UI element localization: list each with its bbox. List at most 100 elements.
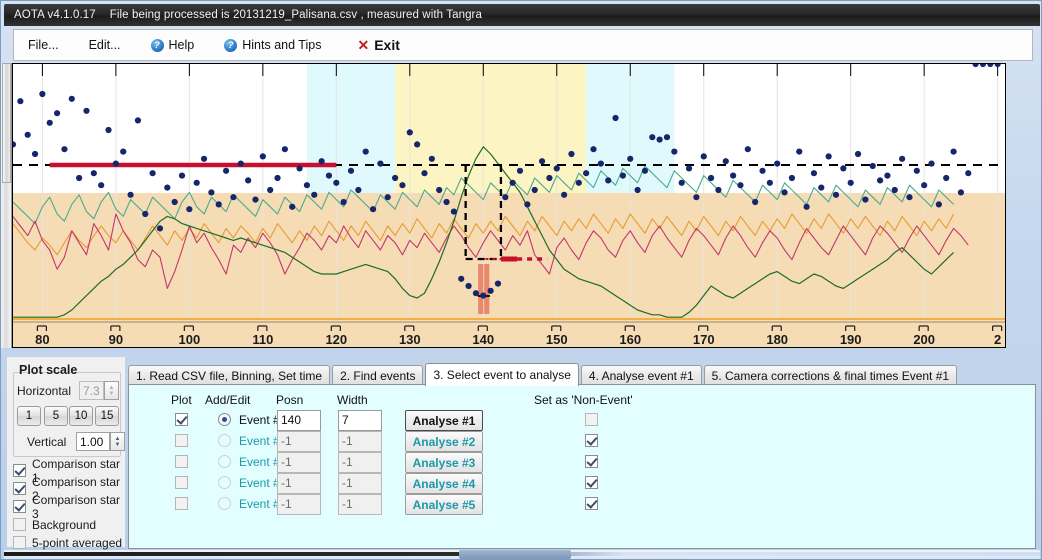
application-window: AOTA v4.1.0.17 File being processed is 2… <box>0 0 1042 560</box>
non-event-checkbox-event-4[interactable] <box>585 476 598 489</box>
analyse-button-event-4[interactable]: Analyse #4 <box>405 473 483 494</box>
menu-exit-label: Exit <box>374 37 400 53</box>
posn-input-event-4[interactable]: -1 <box>277 473 321 494</box>
workflow-tab-control: 1. Read CSV file, Binning, Set time 2. F… <box>128 363 1036 549</box>
non-event-checkbox-event-1[interactable] <box>585 413 598 426</box>
posn-input-event-1[interactable]: 140 <box>277 410 321 431</box>
tab-3-select-event[interactable]: 3. Select event to analyse <box>425 363 579 386</box>
checkbox-5-point-averaged[interactable]: 5-point averaged <box>13 534 122 551</box>
menu-exit[interactable]: ✕ Exit <box>357 37 399 54</box>
plot-scale-title: Plot scale <box>19 363 78 377</box>
menu-hints-label: Hints and Tips <box>242 38 322 52</box>
svg-text:120: 120 <box>325 332 347 347</box>
svg-text:140: 140 <box>472 332 494 347</box>
chart-frame[interactable]: 80 90 100 110 120 130 140 150 160 170 180 190 200 2 <box>12 63 1006 348</box>
hscroll-thumb[interactable] <box>459 550 571 559</box>
menu-file-label: File... <box>28 38 59 52</box>
checkbox-comparison-star-3[interactable]: Comparison star 3 <box>13 493 125 521</box>
non-event-checkbox-event-3[interactable] <box>585 455 598 468</box>
analyse-button-event-3[interactable]: Analyse #3 <box>405 452 483 473</box>
menu-help[interactable]: ? Help <box>150 38 195 52</box>
tab-4-analyse-event[interactable]: 4. Analyse event #1 <box>580 365 702 385</box>
checkbox-box <box>13 500 26 513</box>
menu-hints-and-tips[interactable]: ? Hints and Tips <box>224 38 321 52</box>
svg-text:150: 150 <box>546 332 568 347</box>
vertical-scale-input[interactable]: 1.00 <box>76 432 110 451</box>
svg-text:80: 80 <box>35 332 49 347</box>
zoom-preset-5[interactable]: 5 <box>44 406 68 426</box>
plot-checkbox-event-1[interactable] <box>175 413 188 426</box>
column-header-posn: Posn <box>276 393 304 407</box>
plot-checkbox-event-3[interactable] <box>175 455 188 468</box>
tab-1-read-csv[interactable]: 1. Read CSV file, Binning, Set time <box>128 365 331 385</box>
add-edit-radio-event-2[interactable] <box>218 434 231 447</box>
svg-text:110: 110 <box>252 332 273 347</box>
checkbox-background[interactable]: Background <box>13 516 96 533</box>
posn-input-event-3[interactable]: -1 <box>277 452 321 473</box>
vertical-scale-stepper[interactable]: ▲ ▼ <box>110 432 125 451</box>
tab-2-find-events[interactable]: 2. Find events <box>332 365 424 385</box>
tab-label: 4. Analyse event #1 <box>588 368 694 383</box>
menu-help-label: Help <box>168 38 195 52</box>
horizontal-scale-stepper[interactable]: ▲ ▼ <box>104 381 119 400</box>
plot-checkbox-event-5[interactable] <box>175 497 188 510</box>
tab-page-select-event: Plot Add/Edit Posn Width Set as 'Non-Eve… <box>128 384 1036 549</box>
menu-file[interactable]: File... <box>28 38 59 52</box>
help-question-icon: ? <box>224 38 238 52</box>
chart-vertical-scrollbar[interactable] <box>1 63 12 348</box>
controls-area: Plot scale Horizontal 7.3 ▲ ▼ 1 5 10 15 V… <box>4 351 1040 550</box>
tab-strip: 1. Read CSV file, Binning, Set time 2. F… <box>128 363 959 386</box>
add-edit-radio-event-1[interactable] <box>218 413 231 426</box>
processed-file-label: File being processed is 20131219_Palisan… <box>109 9 482 21</box>
width-input-event-5[interactable]: -1 <box>338 494 382 515</box>
width-input-event-1[interactable]: 7 <box>338 410 382 431</box>
lightcurve-plot: 80 90 100 110 120 130 140 150 160 170 180 190 200 2 <box>13 64 1005 347</box>
add-edit-radio-event-4[interactable] <box>218 476 231 489</box>
window-titlebar: AOTA v4.1.0.17 File being processed is 2… <box>4 4 1040 26</box>
analyse-button-event-5[interactable]: Analyse #5 <box>405 494 483 515</box>
lightcurve-chart-area: 80 90 100 110 120 130 140 150 160 170 180 190 200 2 <box>1 63 1037 348</box>
analyse-button-event-2[interactable]: Analyse #2 <box>405 431 483 452</box>
width-input-event-3[interactable]: -1 <box>338 452 382 473</box>
horizontal-scale-input[interactable]: 7.3 <box>79 381 104 400</box>
chart-vscroll-thumb[interactable] <box>2 63 11 183</box>
checkbox-label: Background <box>32 517 97 532</box>
width-input-event-2[interactable]: -1 <box>338 431 382 452</box>
posn-input-event-5[interactable]: -1 <box>277 494 321 515</box>
add-edit-radio-event-3[interactable] <box>218 455 231 468</box>
svg-text:2: 2 <box>994 332 1001 347</box>
analyse-button-event-1[interactable]: Analyse #1 <box>405 410 483 431</box>
horizontal-label: Horizontal <box>17 384 72 398</box>
svg-text:190: 190 <box>840 332 862 347</box>
svg-text:130: 130 <box>399 332 421 347</box>
column-header-plot: Plot <box>171 393 192 407</box>
menu-edit[interactable]: Edit... <box>89 38 121 52</box>
menu-edit-label: Edit... <box>88 38 121 52</box>
tab-label: 1. Read CSV file, Binning, Set time <box>136 368 323 383</box>
column-header-non-event: Set as 'Non-Event' <box>534 393 633 407</box>
zoom-preset-1[interactable]: 1 <box>17 406 41 426</box>
non-event-checkbox-event-5[interactable] <box>585 497 598 510</box>
plot-scale-panel: Plot scale Horizontal 7.3 ▲ ▼ 1 5 10 15 V… <box>7 357 125 550</box>
width-input-event-4[interactable]: -1 <box>338 473 382 494</box>
checkbox-label: 5-point averaged <box>32 535 123 550</box>
checkbox-box <box>13 482 26 495</box>
plot-checkbox-event-2[interactable] <box>175 434 188 447</box>
plot-checkbox-event-4[interactable] <box>175 476 188 489</box>
svg-text:90: 90 <box>109 332 123 347</box>
add-edit-radio-event-5[interactable] <box>218 497 231 510</box>
window-horizontal-scrollbar[interactable] <box>4 550 1040 559</box>
checkbox-box <box>13 464 26 477</box>
checkbox-box <box>13 536 26 549</box>
svg-text:160: 160 <box>619 332 641 347</box>
checkbox-box <box>13 518 26 531</box>
tab-5-camera-corrections[interactable]: 5. Camera corrections & final times Even… <box>703 365 958 385</box>
tab-label: 2. Find events <box>340 368 416 383</box>
non-event-checkbox-event-2[interactable] <box>585 434 598 447</box>
posn-input-event-2[interactable]: -1 <box>277 431 321 452</box>
svg-text:170: 170 <box>693 332 715 347</box>
zoom-preset-10[interactable]: 10 <box>69 406 93 426</box>
menu-bar: File... Edit... ? Help ? Hints and Tips … <box>13 29 1033 61</box>
svg-text:100: 100 <box>179 332 201 347</box>
zoom-preset-15[interactable]: 15 <box>95 406 119 426</box>
